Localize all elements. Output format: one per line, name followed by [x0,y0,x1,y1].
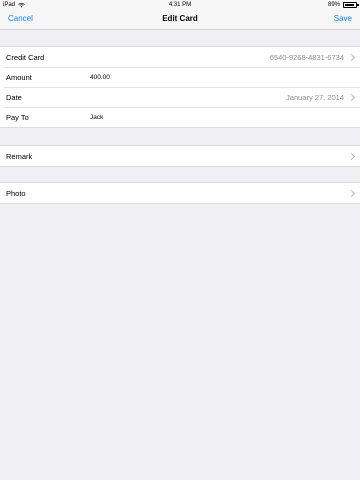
photo-row[interactable]: Photo [0,183,360,203]
credit-card-row[interactable]: Credit Card 6540-9268-4831-6734 [0,47,360,67]
pay-to-label: Pay To [6,112,29,122]
photo-group: Photo [0,182,360,204]
battery-icon [343,2,359,8]
date-value: January 27, 2014 [286,92,344,102]
date-row[interactable]: Date January 27, 2014 [0,87,360,107]
remark-group: Remark [0,145,360,167]
chevron-right-icon [347,189,356,197]
amount-field[interactable]: 400.00 [90,74,110,81]
remark-row[interactable]: Remark [0,146,360,166]
page-title: Edit Card [162,14,198,23]
credit-card-label: Credit Card [6,52,45,62]
battery-fill [345,4,354,6]
card-details-group: Credit Card 6540-9268-4831-6734 Amount 4… [0,46,360,128]
date-label: Date [6,92,22,102]
credit-card-value: 6540-9268-4831-6734 [269,52,344,62]
status-right: 89% [327,0,359,10]
chevron-right-icon [347,152,356,160]
pay-to-field[interactable]: Jack [90,114,103,121]
amount-label: Amount [6,72,32,82]
chevron-right-icon [347,93,356,101]
save-button[interactable]: Save [334,14,352,23]
battery-percent: 89% [327,2,340,8]
status-bar: iPad 4:31 PM 89% [0,0,360,10]
chevron-right-icon [347,53,356,61]
pay-to-row[interactable]: Pay To Jack [0,107,360,127]
navigation-bar: Cancel Edit Card Save [0,10,360,30]
status-time: 4:31 PM [168,2,192,8]
photo-label: Photo [6,188,26,198]
amount-row[interactable]: Amount 400.00 [0,67,360,87]
remark-label: Remark [6,151,33,161]
